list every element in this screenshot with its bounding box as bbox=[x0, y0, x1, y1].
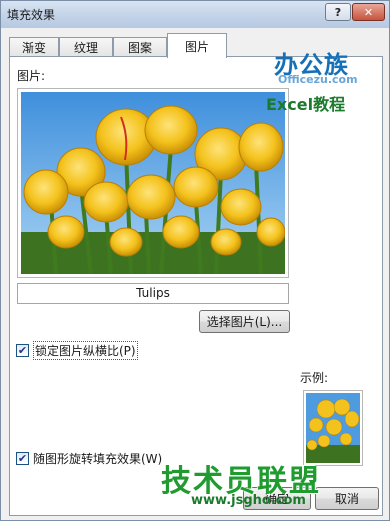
preview-image bbox=[306, 393, 360, 463]
picture-label: 图片: bbox=[17, 69, 46, 83]
rotate-with-shape-checkbox-row[interactable]: ✔ 随图形旋转填充效果(W) bbox=[16, 450, 162, 467]
tab-gradient[interactable]: 渐变 bbox=[9, 37, 59, 57]
preview-frame bbox=[303, 390, 363, 466]
tab-picture[interactable]: 图片 bbox=[167, 33, 227, 58]
lock-ratio-label: 锁定图片纵横比(P) bbox=[33, 341, 138, 360]
jsgho-url-watermark: www.jsgho.com bbox=[191, 493, 306, 508]
picture-name-field: Tulips bbox=[17, 283, 289, 304]
dialog-title: 填充效果 bbox=[7, 8, 56, 22]
preview-thumbnail bbox=[306, 393, 360, 463]
officezu-watermark: 办公族 Officezu.com Excel教程 bbox=[266, 45, 386, 125]
rotate-with-shape-label: 随图形旋转填充效果(W) bbox=[33, 452, 163, 466]
officezu-site: Officezu.com bbox=[278, 73, 358, 86]
lock-ratio-checkbox[interactable]: ✔ bbox=[16, 344, 29, 357]
tulips-image bbox=[21, 92, 285, 274]
tulips-picture bbox=[21, 92, 285, 274]
close-button[interactable]: ✕ bbox=[352, 3, 385, 21]
tab-pattern[interactable]: 图案 bbox=[113, 37, 167, 57]
preview-label: 示例: bbox=[300, 371, 329, 385]
tab-texture[interactable]: 纹理 bbox=[59, 37, 113, 57]
select-picture-button[interactable]: 选择图片(L)... bbox=[199, 310, 290, 333]
lock-ratio-checkbox-row[interactable]: ✔ 锁定图片纵横比(P) bbox=[16, 341, 138, 360]
rotate-with-shape-checkbox[interactable]: ✔ bbox=[16, 452, 29, 465]
help-button[interactable]: ? bbox=[325, 3, 351, 21]
cancel-button[interactable]: 取消 bbox=[315, 487, 379, 510]
excel-tutorial-text: Excel教程 bbox=[266, 95, 346, 114]
picture-frame bbox=[17, 88, 289, 278]
picture-tab-panel: 图片: Tulips 选择图片(L)... ✔ 锁定图片纵横比(P) 示例: ✔… bbox=[9, 56, 383, 516]
title-bar: 填充效果 ? ✕ bbox=[1, 1, 389, 28]
fill-effects-dialog: 填充效果 ? ✕ 渐变 纹理 图案 图片 图片: Tulips 选择图片(L).… bbox=[0, 0, 390, 521]
